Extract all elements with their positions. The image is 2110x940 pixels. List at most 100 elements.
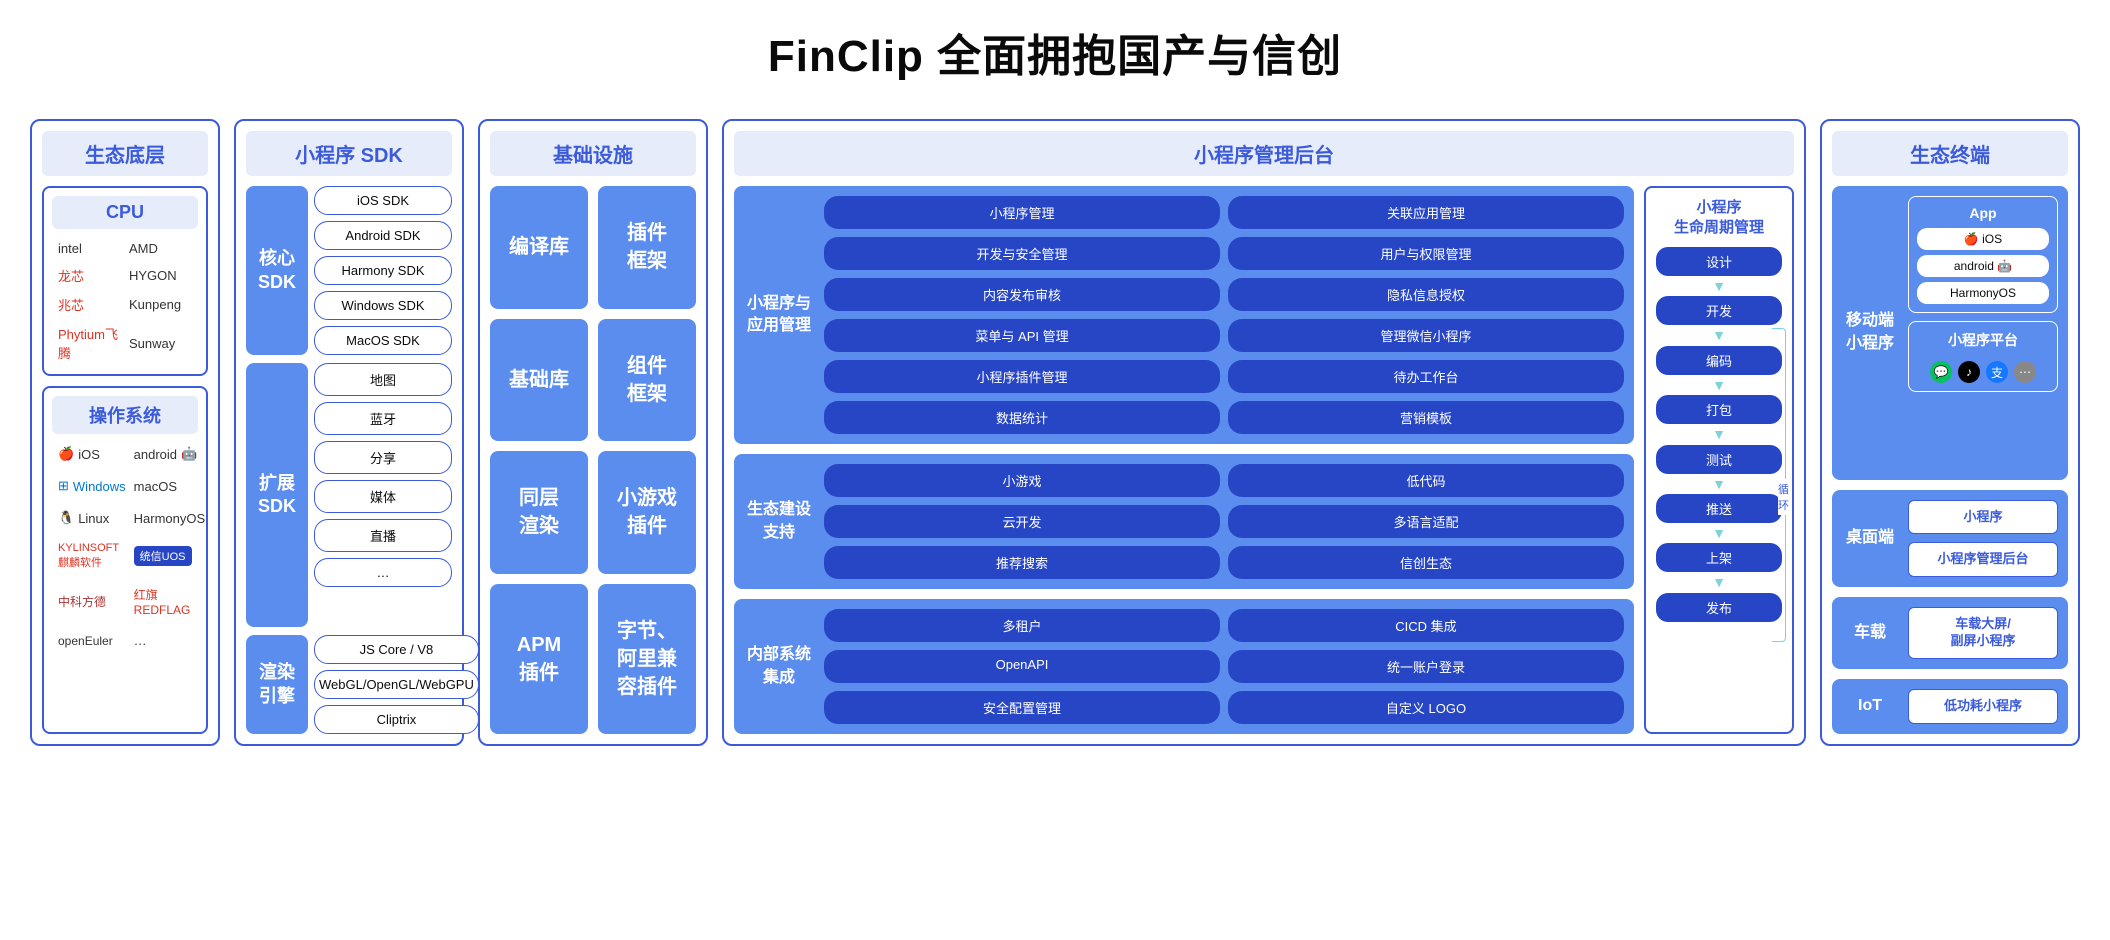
mgmt-eco-label: 生态建设 支持 [744, 464, 814, 579]
infra-compile: 编译库 [490, 186, 588, 309]
sdk-render-label: 渲染 引擎 [246, 635, 308, 734]
logo-uos: 统信UOS [134, 542, 206, 570]
mp-1: 关联应用管理 [1228, 196, 1624, 229]
vehicle-mp: 车载大屏/ 副屏小程序 [1908, 607, 2058, 659]
infra-baselib: 基础库 [490, 319, 588, 442]
logo-zhaoxin: 兆芯 [58, 295, 121, 314]
lifecycle-panel: 小程序 生命周期管理 设计 ▼ 开发 ▼ 编码 ▼ 打包 ▼ 测试 ▼ 推送 ▼… [1644, 186, 1794, 734]
sp-5: 自定义 LOGO [1228, 691, 1624, 724]
lc-7: 发布 [1656, 593, 1782, 622]
infra-samelayer: 同层 渲染 [490, 451, 588, 574]
sdk-ext-row: 扩展 SDK 地图 蓝牙 分享 媒体 直播 … [246, 363, 452, 627]
arrow-down-icon: ▼ [1656, 578, 1782, 586]
col4-header: 小程序管理后台 [734, 131, 1794, 176]
pill-harmony-sdk: Harmony SDK [314, 256, 452, 285]
mp-5: 隐私信息授权 [1228, 278, 1624, 311]
col3-header: 基础设施 [490, 131, 696, 176]
logo-harmony: HarmonyOS [134, 510, 206, 526]
arrow-down-icon: ▼ [1656, 282, 1782, 290]
term-vehicle-label: 车载 [1842, 607, 1898, 659]
logo-linux: 🐧 Linux [58, 510, 126, 526]
logo-more: … [134, 633, 206, 648]
cpu-grid: intel AMD 龙芯 HYGON 兆芯 Kunpeng Phytium飞腾 … [52, 237, 198, 366]
chip-ios: 🍎 iOS [1917, 228, 2049, 250]
infra-plugin-fw: 插件 框架 [598, 186, 696, 309]
more-icon: ⋯ [2014, 361, 2036, 383]
sdk-core-label: 核心 SDK [246, 186, 308, 355]
pill-share: 分享 [314, 441, 452, 474]
page-title: FinClip 全面拥抱国产与信创 [30, 20, 2080, 84]
col-sdk: 小程序 SDK 核心 SDK iOS SDK Android SDK Harmo… [234, 119, 464, 746]
chip-harmony: HarmonyOS [1917, 282, 2049, 304]
logo-sunway: Sunway [129, 324, 192, 362]
pill-ext-more: … [314, 558, 452, 587]
term-app-panel: App 🍎 iOS android 🤖 HarmonyOS [1908, 196, 2058, 313]
cpu-title: CPU [52, 196, 198, 229]
col-infra: 基础设施 编译库 插件 框架 基础库 组件 框架 同层 渲染 小游戏 插件 AP… [478, 119, 708, 746]
wechat-icon: 💬 [1930, 361, 1952, 383]
mp-6: 菜单与 API 管理 [824, 319, 1220, 352]
ep-3: 多语言适配 [1228, 505, 1624, 538]
term-platform-title: 小程序平台 [1917, 330, 2049, 350]
arrow-down-icon: ▼ [1656, 529, 1782, 537]
mgmt-sys-label: 内部系统 集成 [744, 609, 814, 724]
ep-5: 信创生态 [1228, 546, 1624, 579]
lc-2: 编码 [1656, 346, 1782, 375]
pill-jscore: JS Core / V8 [314, 635, 479, 664]
logo-intel: intel [58, 241, 121, 256]
logo-hygon: HYGON [129, 266, 192, 285]
arrow-down-icon: ▼ [1656, 331, 1782, 339]
logo-loongson: 龙芯 [58, 266, 121, 285]
infra-grid: 编译库 插件 框架 基础库 组件 框架 同层 渲染 小游戏 插件 APM 插件 … [490, 186, 696, 734]
logo-amd: AMD [129, 241, 192, 256]
logo-android: android 🤖 [134, 446, 206, 462]
mp-11: 营销模板 [1228, 401, 1624, 434]
term-mobile: 移动端 小程序 App 🍎 iOS android 🤖 HarmonyOS 小程… [1832, 186, 2068, 480]
mp-10: 数据统计 [824, 401, 1220, 434]
pill-android-sdk: Android SDK [314, 221, 452, 250]
platform-icons: 💬 ♪ 支 ⋯ [1917, 361, 2049, 383]
arrow-down-icon: ▼ [1656, 430, 1782, 438]
ep-4: 推荐搜索 [824, 546, 1220, 579]
sp-1: CICD 集成 [1228, 609, 1624, 642]
logo-nfs: 中科方德 [58, 586, 126, 617]
pill-live: 直播 [314, 519, 452, 552]
pill-macos-sdk: MacOS SDK [314, 326, 452, 355]
mp-3: 用户与权限管理 [1228, 237, 1624, 270]
arrow-down-icon: ▼ [1656, 480, 1782, 488]
sdk-render-row: 渲染 引擎 JS Core / V8 WebGL/OpenGL/WebGPU C… [246, 635, 452, 734]
logo-windows: ⊞ Windows [58, 478, 126, 494]
mp-9: 待办工作台 [1228, 360, 1624, 393]
term-platform-panel: 小程序平台 💬 ♪ 支 ⋯ [1908, 321, 2058, 392]
col1-header: 生态底层 [42, 131, 208, 176]
pill-bluetooth: 蓝牙 [314, 402, 452, 435]
logo-macos: macOS [134, 478, 206, 494]
infra-compat: 字节、 阿里兼 容插件 [598, 584, 696, 735]
col5-header: 生态终端 [1832, 131, 2068, 176]
sp-4: 安全配置管理 [824, 691, 1220, 724]
infra-apm: APM 插件 [490, 584, 588, 735]
lc-0: 设计 [1656, 247, 1782, 276]
logo-openeuler: openEuler [58, 633, 126, 648]
term-iot-label: IoT [1842, 689, 1898, 724]
lc-4: 测试 [1656, 445, 1782, 474]
logo-phytium: Phytium飞腾 [58, 324, 121, 362]
sdk-core-row: 核心 SDK iOS SDK Android SDK Harmony SDK W… [246, 186, 452, 355]
col-ecosystem-base: 生态底层 CPU intel AMD 龙芯 HYGON 兆芯 Kunpeng P… [30, 119, 220, 746]
iot-mp: 低功耗小程序 [1908, 689, 2058, 724]
mgmt-eco-section: 生态建设 支持 小游戏 低代码 云开发 多语言适配 推荐搜索 信创生态 [734, 454, 1634, 589]
mp-7: 管理微信小程序 [1228, 319, 1624, 352]
infra-component-fw: 组件 框架 [598, 319, 696, 442]
logo-kunpeng: Kunpeng [129, 295, 192, 314]
lc-6: 上架 [1656, 543, 1782, 572]
lc-3: 打包 [1656, 395, 1782, 424]
term-desktop-label: 桌面端 [1842, 500, 1898, 578]
col-mgmt: 小程序管理后台 小程序与 应用管理 小程序管理 关联应用管理 开发与安全管理 用… [722, 119, 1806, 746]
os-grid: 🍎 iOS android 🤖 ⊞ Windows macOS 🐧 Linux … [52, 442, 198, 652]
col2-header: 小程序 SDK [246, 131, 452, 176]
mgmt-sys-section: 内部系统 集成 多租户 CICD 集成 OpenAPI 统一账户登录 安全配置管… [734, 599, 1634, 734]
os-panel: 操作系统 🍎 iOS android 🤖 ⊞ Windows macOS 🐧 L… [42, 386, 208, 734]
mp-8: 小程序插件管理 [824, 360, 1220, 393]
lifecycle-title: 小程序 生命周期管理 [1656, 198, 1782, 237]
chip-android: android 🤖 [1917, 255, 2049, 277]
